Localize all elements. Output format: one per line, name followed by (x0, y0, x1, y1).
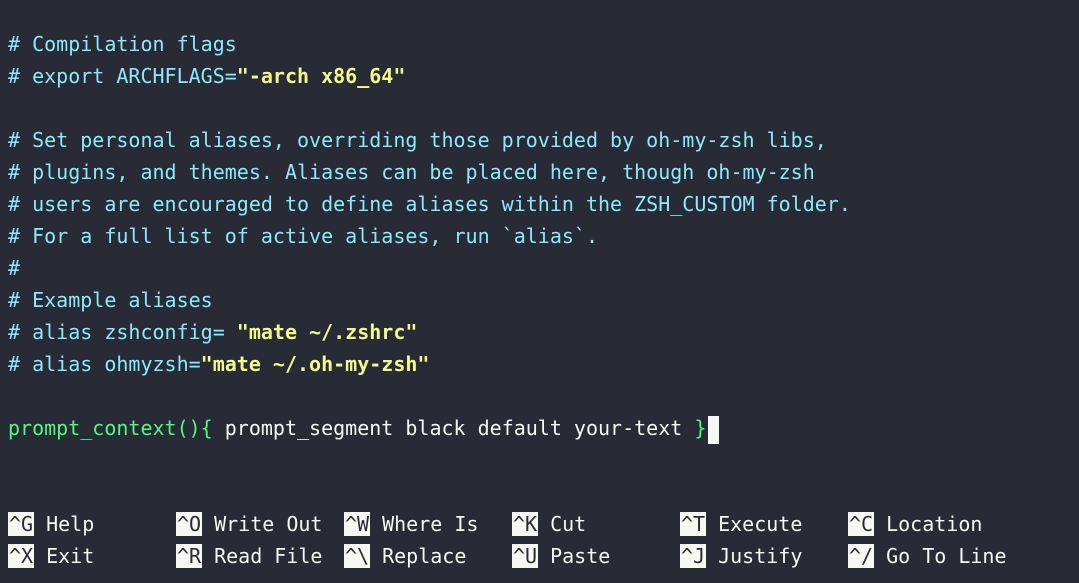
shortcut-cut[interactable]: ^K Cut (512, 508, 586, 540)
editor-text-area[interactable]: # Compilation flags # export ARCHFLAGS="… (8, 28, 1079, 444)
code-line: # Example aliases (8, 288, 213, 312)
code-line-current: prompt_context(){ prompt_segment black d… (8, 412, 1079, 444)
shortcut-location[interactable]: ^C Location (848, 508, 982, 540)
code-line: # (8, 256, 21, 280)
code-line: # export ARCHFLAGS="-arch x86_64" (8, 64, 406, 88)
code-line: # alias zshconfig= "mate ~/.zshrc" (8, 320, 418, 344)
shortcut-write-out[interactable]: ^O Write Out (176, 508, 322, 540)
shortcut-help[interactable]: ^G Help (8, 508, 94, 540)
shortcut-justify[interactable]: ^J Justify (680, 540, 802, 572)
code-line: # users are encouraged to define aliases… (8, 192, 851, 216)
code-line: # Set personal aliases, overriding those… (8, 128, 827, 152)
shortcut-read-file[interactable]: ^R Read File (176, 540, 322, 572)
shortcut-go-to-line[interactable]: ^/Go To Line (848, 540, 1007, 572)
shortcut-where-is[interactable]: ^W Where Is (344, 508, 478, 540)
shortcut-row-2: ^X Exit ^R Read File ^\ Replace ^U Paste ^J J… (8, 540, 1079, 572)
code-line: # For a full list of active aliases, run… (8, 224, 599, 248)
code-line: # plugins, and themes. Aliases can be pl… (8, 160, 815, 184)
shortcut-execute[interactable]: ^T Execute (680, 508, 802, 540)
shortcut-row-1: ^G Help ^O Write Out ^W Where Is ^K Cut ^T Ex… (8, 508, 1079, 540)
code-line: # alias ohmyzsh="mate ~/.oh-my-zsh" (8, 352, 430, 376)
text-cursor (708, 415, 720, 444)
shortcut-replace[interactable]: ^\ Replace (344, 540, 466, 572)
shortcut-paste[interactable]: ^U Paste (512, 540, 610, 572)
code-line: # Compilation flags (8, 32, 237, 56)
shortcut-bar: ^G Help ^O Write Out ^W Where Is ^K Cut ^T Ex… (8, 508, 1079, 572)
shortcut-exit[interactable]: ^X Exit (8, 540, 94, 572)
